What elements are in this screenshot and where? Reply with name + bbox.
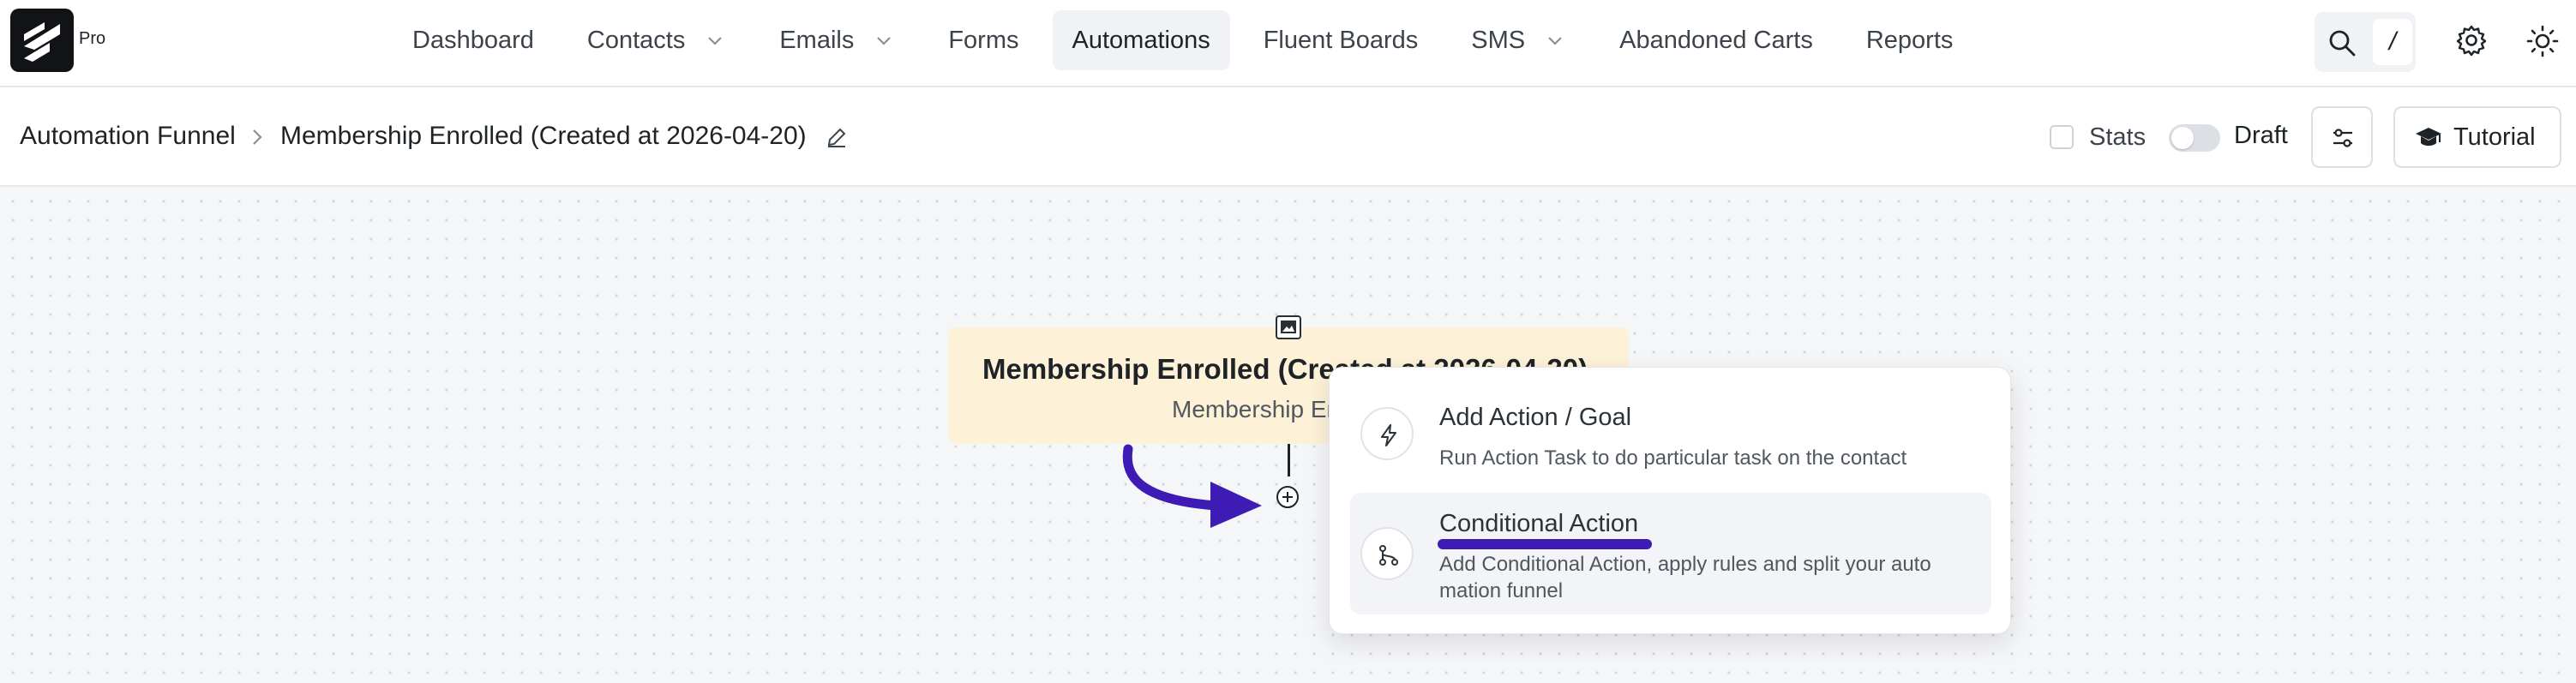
sliders-icon (2333, 129, 2352, 147)
annotation-underline (1438, 539, 1652, 549)
search-shortcut-key: / (2373, 19, 2412, 65)
option-description: Run Action Task to do particular task on… (1439, 446, 1907, 470)
search-button[interactable]: / (2315, 12, 2416, 72)
tutorial-button[interactable]: Tutorial (2393, 106, 2561, 168)
nav-sms[interactable]: SMS (1451, 10, 1586, 70)
nav-label: Fluent Boards (1263, 26, 1419, 54)
nav-emails[interactable]: Emails (760, 10, 915, 70)
main-nav: Dashboard Contacts Emails Forms Automati… (393, 10, 1986, 70)
annotation-arrow-icon (1122, 444, 1262, 528)
draft-label: Draft (2234, 122, 2288, 149)
nav-label: Contacts (586, 26, 686, 54)
branch-icon (1360, 527, 1414, 580)
chevron-right-icon (253, 129, 262, 145)
nav-fluent-boards[interactable]: Fluent Boards (1244, 10, 1438, 70)
nav-label: Forms (948, 26, 1019, 54)
nav-abandoned-carts[interactable]: Abandoned Carts (1600, 10, 1833, 70)
graduation-cap-icon (2416, 128, 2441, 146)
nav-dashboard[interactable]: Dashboard (393, 10, 554, 70)
nav-automations[interactable]: Automations (1052, 10, 1230, 70)
top-navbar: Pro Dashboard Contacts Emails Forms Auto… (0, 0, 2576, 87)
lightning-icon (1360, 407, 1414, 460)
funnel-settings-button[interactable] (2311, 106, 2373, 168)
search-icon (2329, 30, 2356, 57)
nav-label: Dashboard (412, 26, 534, 54)
nav-label: Abandoned Carts (1619, 26, 1813, 54)
fluentcrm-logo-icon[interactable] (10, 9, 74, 72)
flow-connector (1288, 444, 1290, 476)
option-add-action-goal[interactable]: Add Action / Goal Run Action Task to do … (1350, 385, 1991, 486)
tutorial-label: Tutorial (2453, 123, 2536, 151)
nav-label: Emails (779, 26, 855, 54)
option-description: Add Conditional Action, apply rules and … (1439, 553, 1931, 602)
breadcrumb-bar: Automation Funnel Membership Enrolled (C… (0, 87, 2576, 187)
stats-checkbox[interactable] (2050, 125, 2074, 149)
option-conditional-action[interactable]: Conditional Action Add Conditional Actio… (1350, 493, 1991, 614)
chevron-down-icon (708, 37, 723, 45)
breadcrumb-automation-funnel[interactable]: Automation Funnel (20, 122, 236, 151)
nav-label: Reports (1865, 26, 1954, 54)
stats-label: Stats (2089, 123, 2147, 151)
nav-reports[interactable]: Reports (1846, 10, 1973, 70)
chevron-down-icon (877, 37, 892, 45)
draft-toggle[interactable] (2169, 124, 2220, 152)
edit-pencil-icon[interactable] (825, 125, 849, 149)
trigger-image-icon (1276, 315, 1301, 339)
nav-forms[interactable]: Forms (928, 10, 1038, 70)
chevron-down-icon (1548, 37, 1562, 45)
nav-label: Automations (1072, 26, 1210, 54)
pro-badge: Pro (79, 29, 106, 48)
sun-icon[interactable] (2525, 24, 2560, 58)
breadcrumb-current-funnel: Membership Enrolled (Created at 2026-04-… (280, 122, 807, 150)
option-title: Conditional Action (1439, 510, 1639, 537)
gear-icon[interactable] (2455, 24, 2488, 57)
option-title: Add Action / Goal (1439, 404, 1632, 431)
add-step-popover: Add Action / Goal Run Action Task to do … (1329, 367, 2011, 634)
toggle-knob (2171, 127, 2194, 149)
nav-label: SMS (1471, 26, 1526, 54)
nav-contacts[interactable]: Contacts (567, 10, 746, 70)
